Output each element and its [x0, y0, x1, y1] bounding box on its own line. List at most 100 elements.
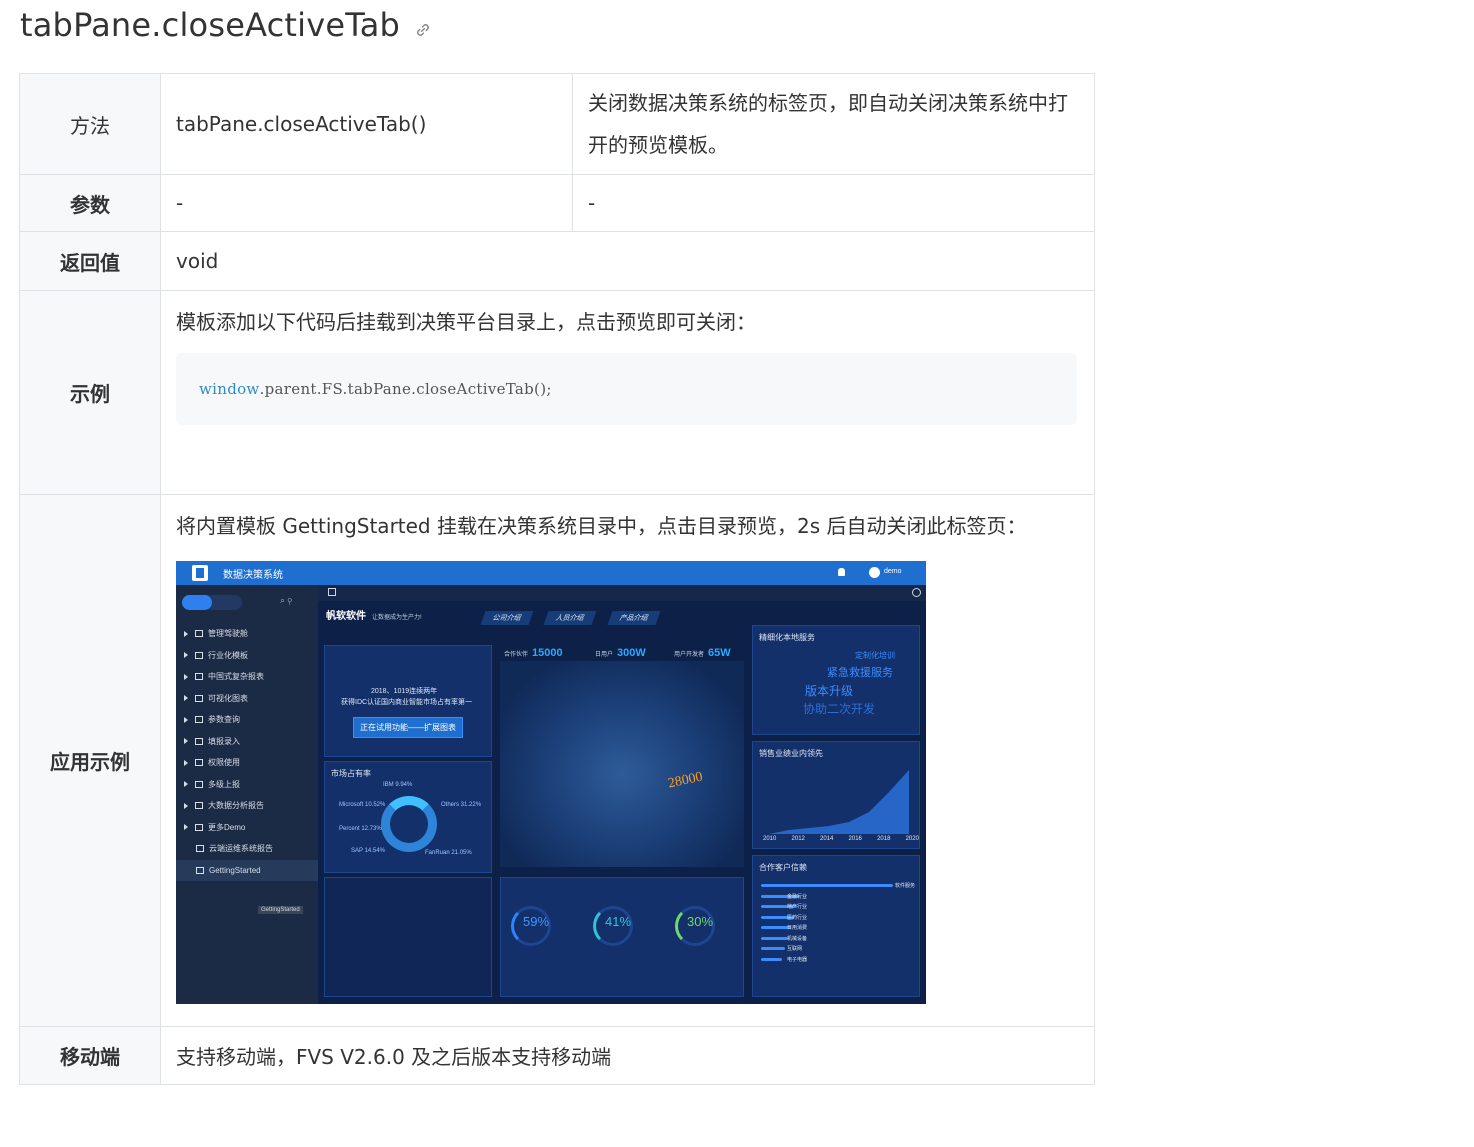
bell-icon[interactable] [838, 568, 845, 576]
sidebar-item-label: 云端运维系统报告 [209, 844, 273, 854]
sales-year-label: 2010 [763, 836, 777, 842]
market-label-1: Microsoft 10.52% [339, 802, 386, 808]
caret-right-icon [184, 824, 188, 831]
user-name[interactable]: demo [884, 568, 902, 575]
sidebar-segment-toggle[interactable] [182, 595, 242, 610]
sidebar-item[interactable]: 行业化模板 [184, 645, 318, 667]
search-icon[interactable]: ⌕ ⚲ [280, 595, 292, 606]
sidebar-item-label: 填报录入 [208, 736, 240, 746]
sidebar-item-label: 中国式复杂报表 [208, 672, 264, 682]
folder-icon [195, 737, 203, 745]
code-block[interactable]: window .parent.FS.tabPane.closeActiveTab(… [176, 353, 1077, 425]
market-label-0: IBM 9.94% [383, 782, 413, 788]
sidebar-item[interactable]: 更多Demo [184, 817, 318, 839]
sidebar-item-label: 权限使用 [208, 758, 240, 768]
trust-bar [761, 947, 785, 950]
trust-label: 医药行业 [787, 914, 808, 921]
percent-2: 30% [687, 914, 714, 929]
app-sidebar: ⌕ ⚲ 管理驾驶舱行业化模板中国式复杂报表 可视化图表参数查询填报录入权限使用多级… [176, 585, 318, 1004]
caret-right-icon [184, 781, 188, 788]
table-row-returns: 返回值 void [19, 231, 1095, 291]
trust-label: 地产行业 [787, 904, 808, 910]
sidebar-item[interactable]: 多级上报 [184, 774, 318, 796]
sales-panel: 销售业绩业内领先 2010 2012 2014 2016 2018 2020 [752, 741, 920, 849]
row-label: 参数 [19, 174, 161, 232]
dashboard-brand: 帆软软件 让数据成为生产力! [326, 607, 422, 622]
sidebar-item[interactable]: 可视化图表 [184, 688, 318, 710]
china-map [500, 661, 744, 867]
nav-tab-0[interactable]: 公司介绍 [480, 611, 534, 625]
table-row-method: 方法 tabPane.closeActiveTab() 关闭数据决策系统的标签页… [19, 73, 1095, 175]
trust-label: 电子电器 [787, 956, 808, 963]
percent-panel: 59% 41% 30% [500, 877, 744, 997]
percent-0: 59% [523, 914, 550, 929]
market-title: 市场占有率 [331, 769, 371, 778]
nav-tab-1[interactable]: 人员介绍 [543, 611, 597, 625]
page-title: tabPane.closeActiveTab [20, 6, 401, 44]
home-icon[interactable] [328, 588, 336, 596]
api-table: 方法 tabPane.closeActiveTab() 关闭数据决策系统的标签页… [19, 73, 1095, 1085]
user-avatar-icon[interactable] [869, 567, 880, 578]
link-icon[interactable] [414, 21, 432, 39]
folder-icon [195, 694, 203, 702]
sidebar-item[interactable]: 权限使用 [184, 752, 318, 774]
caret-right-icon [184, 695, 188, 702]
service-title: 精细化本地服务 [759, 633, 815, 642]
table-row-application: 应用示例 将内置模板 GettingStarted 挂载在决策系统目录中，点击目… [19, 494, 1095, 1027]
market-label-3: Percent 12.73% [339, 826, 382, 832]
sidebar-item[interactable]: 参数查询 [184, 709, 318, 731]
trust-label: 软件服务 [895, 883, 916, 889]
service-word-2: 版本升级 [805, 684, 854, 698]
folder-icon [195, 673, 203, 681]
sidebar-item-label: GettingStarted [209, 865, 261, 875]
service-panel: 精细化本地服务 定制化培训 紧急救援服务 版本升级 协助二次开发 [752, 625, 920, 735]
sales-year-label: 2018 [877, 836, 891, 842]
sidebar-item[interactable]: 管理驾驶舱 [184, 623, 318, 645]
folder-icon [195, 630, 203, 638]
market-panel: 市场占有率 IBM 9.94% Microsoft 10.52% Others … [324, 761, 492, 873]
trust-label: 机械设备 [787, 935, 808, 942]
sidebar-item-label: 多级上报 [208, 779, 240, 789]
caret-right-icon [184, 673, 188, 680]
stat-1: 日用户 300W [595, 647, 646, 659]
code-rest: .parent.FS.tabPane.closeActiveTab(); [259, 380, 552, 398]
tab-bar [318, 585, 926, 601]
sidebar-item[interactable]: 中国式复杂报表 [184, 666, 318, 688]
market-label-2: Others 31.22% [441, 802, 482, 808]
application-cell: 将内置模板 GettingStarted 挂载在决策系统目录中，点击目录预览，2… [160, 494, 1095, 1027]
news-panel [324, 877, 492, 997]
nav-tab-2[interactable]: 产品介绍 [607, 611, 661, 625]
trust-panel: 合作客户信赖 软件服务 金融行业 地产行业 医药行业 日用消费 机械设备 互联网 电子电器 [752, 855, 920, 997]
sidebar-item[interactable]: 填报录入 [184, 731, 318, 753]
sales-year-label: 2016 [848, 836, 862, 842]
method-desc: 关闭数据决策系统的标签页，即自动关闭决策系统中打开的预览模板。 [572, 73, 1095, 175]
sidebar-child-item[interactable]: 云端运维系统报告 [184, 838, 318, 860]
tooltip: GettingStarted [258, 906, 303, 914]
system-name: 数据决策系统 [223, 570, 283, 581]
sales-year-label: 2020 [905, 836, 919, 842]
sidebar-item-label: 更多Demo [208, 822, 246, 832]
file-icon [196, 866, 204, 874]
intro-line-1: 2018、1019连续两年 [371, 688, 438, 695]
table-row-params: 参数 - - [19, 174, 1095, 232]
intro-line-2: 获得IDC认证国内商业智能市场占有率第一 [341, 699, 473, 706]
cta-button[interactable]: 正在试用功能——扩展图表 [353, 717, 463, 738]
sidebar-item-label: 可视化图表 [208, 693, 248, 703]
brand-name: 帆软软件 [326, 611, 366, 622]
market-donut [381, 796, 437, 852]
sidebar-item-label: 行业化模板 [208, 650, 248, 660]
market-label-4: SAP 14.54% [351, 848, 385, 854]
trust-bar [761, 957, 782, 961]
service-word-0: 定制化培训 [855, 651, 895, 660]
sidebar-item[interactable]: 大数据分析报告 [184, 795, 318, 817]
folder-icon [195, 802, 203, 810]
sales-title: 销售业绩业内领先 [759, 749, 823, 758]
trust-label: 互联网 [787, 946, 803, 952]
trust-bar [761, 884, 893, 887]
folder-icon [195, 823, 203, 831]
caret-right-icon [184, 759, 188, 766]
sidebar-child-item[interactable]: GettingStarted [176, 859, 318, 881]
close-icon[interactable] [912, 588, 921, 597]
stat-0: 合作伙伴 15000 [504, 647, 563, 659]
percent-1: 41% [605, 914, 632, 929]
